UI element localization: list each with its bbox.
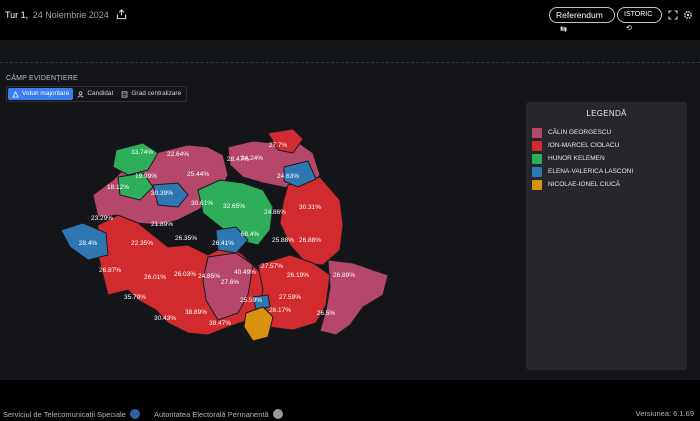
- county-percentage-label: 18.12%: [107, 184, 129, 191]
- legend-label: ION-MARCEL CIOLACU: [548, 142, 620, 149]
- history-icon: ⟲: [626, 25, 632, 32]
- county-percentage-label: 38.47%: [209, 320, 231, 327]
- round-title: Tur 1, 24 Noiembrie 2024: [5, 9, 127, 20]
- election-date: 24 Noiembrie 2024: [32, 10, 109, 20]
- swap-icon: ⇆: [560, 24, 568, 34]
- legend-swatch: [532, 166, 542, 177]
- county-percentage-label: 26.03%: [174, 271, 196, 278]
- aep-logo-icon: [272, 409, 283, 419]
- stsp-label: Serviciul de Telecomunicații Speciale: [3, 410, 126, 419]
- legend-label: HUNOR KELEMEN: [548, 155, 605, 162]
- county-percentage-label: 27.59%: [279, 294, 301, 301]
- legend-list: CĂLIN GEORGESCU ION-MARCEL CIOLACU HUNOR K…: [526, 126, 687, 191]
- county-percentage-label: 40.49%: [234, 269, 256, 276]
- referendum-label: Referendum: [556, 10, 603, 20]
- legend-label: ELENA-VALERICA LASCONI: [548, 168, 634, 175]
- county-percentage-label: 26.01%: [144, 274, 166, 281]
- county-percentage-label: 26.17%: [269, 307, 291, 314]
- stsp-credit: Serviciul de Telecomunicații Speciale: [3, 409, 140, 419]
- county-percentage-label: 35.79%: [124, 294, 146, 301]
- county-percentage-label: 26.19%: [287, 272, 309, 279]
- county-percentage-label: 23.29%: [91, 215, 113, 222]
- istoric-button[interactable]: ISTORIC ⟲: [617, 7, 662, 32]
- footer: Serviciul de Telecomunicații Speciale Au…: [0, 404, 700, 421]
- county-percentage-label: 24.24%: [241, 155, 263, 162]
- county-region[interactable]: [279, 176, 344, 266]
- county-percentage-label: 25.44%: [187, 171, 209, 178]
- stsp-logo-icon: [129, 409, 140, 419]
- county-percentage-label: 30.31%: [299, 204, 321, 211]
- county-percentage-label: 38.89%: [185, 309, 207, 316]
- referendum-button[interactable]: Referendum ⇆: [549, 7, 615, 34]
- divider: [0, 62, 700, 63]
- county-percentage-label: 33.74%: [131, 149, 153, 156]
- version-label: Versiunea: 6.1.69: [635, 409, 694, 418]
- county-percentage-label: 19.99%: [135, 173, 157, 180]
- county-percentage-label: 25.88%: [272, 237, 294, 244]
- fullscreen-icon[interactable]: [668, 10, 678, 20]
- county-percentage-label: 28.4%: [79, 240, 98, 247]
- legend-item[interactable]: CĂLIN GEORGESCU: [526, 126, 687, 139]
- county-percentage-label: 26.35%: [175, 235, 197, 242]
- legend-panel: LEGENDĂ CĂLIN GEORGESCU ION-MARCEL CIOLAC…: [526, 102, 687, 370]
- top-bar: Tur 1, 24 Noiembrie 2024 Referendum ⇆ IS…: [0, 0, 700, 34]
- legend-swatch: [532, 179, 542, 190]
- county-percentage-label: 22.35%: [131, 240, 153, 247]
- legend-swatch: [532, 153, 542, 164]
- county-percentage-label: 24.86%: [264, 209, 286, 216]
- aep-label: Autoritatea Electorală Permanentă: [154, 410, 269, 419]
- legend-swatch: [532, 127, 542, 138]
- county-percentage-label: 68.4%: [241, 231, 260, 238]
- county-percentage-label: 27.57%: [261, 263, 283, 270]
- votes-icon: [12, 90, 19, 98]
- county-percentage-label: 30.39%: [151, 190, 173, 197]
- istoric-label: ISTORIC: [624, 11, 653, 18]
- county-percentage-label: 26.41%: [212, 240, 234, 247]
- county-percentage-label: 24.85%: [198, 273, 220, 280]
- legend-item[interactable]: NICOLAE-IONEL CIUCĂ: [526, 178, 687, 191]
- county-percentage-label: 26.5%: [317, 310, 336, 317]
- legend-label: NICOLAE-IONEL CIUCĂ: [548, 181, 620, 188]
- county-percentage-label: 26.89%: [333, 272, 355, 279]
- settings-gear-icon[interactable]: [683, 10, 693, 20]
- county-percentage-label: 30.43%: [154, 315, 176, 322]
- county-percentage-label: 21.89%: [151, 221, 173, 228]
- legend-item[interactable]: HUNOR KELEMEN: [526, 152, 687, 165]
- county-percentage-label: 27.6%: [221, 279, 240, 286]
- legend-title: LEGENDĂ: [586, 109, 627, 118]
- county-percentage-label: 26.88%: [299, 237, 321, 244]
- legend-swatch: [532, 140, 542, 151]
- romania-county-map[interactable]: 33.74% 22.64%28.47%27.7%18.12%19.99% 25.44…: [58, 95, 398, 345]
- county-percentage-label: 24.63%: [277, 173, 299, 180]
- county-percentage-label: 27.7%: [269, 142, 288, 149]
- aep-credit: Autoritatea Electorală Permanentă: [154, 409, 283, 419]
- legend-item[interactable]: ION-MARCEL CIOLACU: [526, 139, 687, 152]
- highlight-field-label: CÂMP EVIDENȚIERE: [6, 75, 78, 82]
- county-percentage-label: 26.87%: [99, 267, 121, 274]
- county-percentage-label: 30.61%: [191, 200, 213, 207]
- round-label: Tur 1,: [5, 10, 29, 20]
- county-percentage-label: 25.59%: [240, 297, 262, 304]
- county-percentage-label: 32.65%: [223, 203, 245, 210]
- share-icon[interactable]: [116, 9, 127, 20]
- legend-label: CĂLIN GEORGESCU: [548, 129, 612, 136]
- legend-item[interactable]: ELENA-VALERICA LASCONI: [526, 165, 687, 178]
- county-percentage-label: 22.64%: [167, 151, 189, 158]
